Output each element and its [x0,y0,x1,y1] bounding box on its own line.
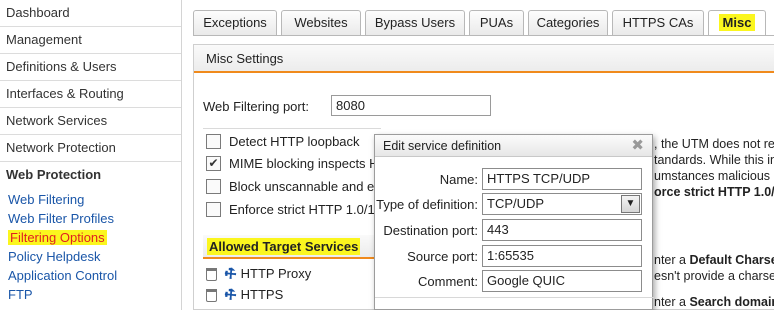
sidebar-subitem-policy-helpdesk[interactable]: Policy Helpdesk [0,247,181,266]
help-text-fragment: nter a [654,295,690,309]
tab-misc[interactable]: Misc [708,10,766,36]
sidebar-item-definitions-users[interactable]: Definitions & Users [0,54,181,81]
help-text-bold: Search domain [689,295,774,309]
service-row-http-proxy: ⚒HTTP Proxy [206,264,311,284]
dialog-row-source: Source port: 1:65535 [375,245,654,267]
option-label: Detect HTTP loopback [229,134,360,149]
sidebar-item-network-protection[interactable]: Network Protection [0,135,181,162]
tab-bypass-users[interactable]: Bypass Users [365,10,465,36]
help-text-line: esn't provide a charset [654,269,774,283]
name-label: Name: [439,172,478,187]
wrench-icon[interactable]: ⚒ [220,284,242,307]
sidebar-subitem-web-filtering[interactable]: Web Filtering [0,190,181,209]
source-port-label: Source port: [407,249,478,264]
option-block-unscannable[interactable]: Block unscannable and en [206,179,382,197]
destination-port-input[interactable]: 443 [482,219,642,241]
help-text-fragment: nter a [654,253,690,267]
tab-puas[interactable]: PUAs [469,10,524,36]
name-input[interactable]: HTTPS TCP/UDP [482,168,642,190]
dialog-title-bar: Edit service definition ✖ [375,135,652,157]
divider [203,128,381,129]
checkbox[interactable] [206,134,221,150]
checkbox-checked[interactable]: ✔ [206,156,221,172]
chevron-down-icon[interactable]: ▼ [621,195,640,213]
tab-misc-label: Misc [718,14,756,31]
service-label[interactable]: HTTP Proxy [241,266,312,281]
option-detect-loopback[interactable]: Detect HTTP loopback [206,134,360,152]
option-mime-blocking[interactable]: ✔ MIME blocking inspects HT [206,156,387,174]
sidebar-subitem-label: Filtering Options [8,230,107,245]
help-text-line: nter a Default Charset [654,253,774,267]
destination-port-label: Destination port: [383,223,478,238]
help-text-line: nter a Search domain [654,295,774,309]
trash-icon[interactable] [206,268,217,282]
type-select-value: TCP/UDP [487,196,545,211]
allowed-target-services-header: Allowed Target Services [203,235,381,259]
tab-https-cas[interactable]: HTTPS CAs [612,10,704,36]
option-label: Block unscannable and en [229,179,382,194]
allowed-target-services-title: Allowed Target Services [207,238,361,255]
tab-websites[interactable]: Websites [281,10,361,36]
sidebar-subitem-web-filter-profiles[interactable]: Web Filter Profiles [0,209,181,228]
help-text-line: orce strict HTTP 1.0/1.1 [654,185,774,199]
option-enforce-strict-http[interactable]: Enforce strict HTTP 1.0/1.1 [206,202,386,220]
panel-title: Misc Settings [194,45,774,73]
dialog-title: Edit service definition [383,139,502,153]
sidebar-subitem-application-control[interactable]: Application Control [0,266,181,285]
tab-categories[interactable]: Categories [528,10,608,36]
source-port-input[interactable]: 1:65535 [482,245,642,267]
port-label: Web Filtering port: [203,99,309,114]
sidebar-item-management[interactable]: Management [0,27,181,54]
sidebar-subitem-ftp[interactable]: FTP [0,285,181,304]
comment-label: Comment: [418,274,478,289]
sidebar-item-dashboard[interactable]: Dashboard [0,0,181,27]
sidebar-subnav: Web Filtering Web Filter Profiles Filter… [0,189,181,304]
dialog-row-name: Name: HTTPS TCP/UDP [375,168,654,190]
wrench-icon[interactable]: ⚒ [220,263,242,286]
checkbox[interactable] [206,202,221,218]
help-text-line: , the UTM does not rec [654,137,774,151]
option-label: Enforce strict HTTP 1.0/1.1 [229,202,386,217]
sidebar-item-network-services[interactable]: Network Services [0,108,181,135]
type-select[interactable]: TCP/UDP ▼ [482,193,642,215]
sidebar-subitem-filtering-options[interactable]: Filtering Options [0,228,181,247]
tab-exceptions[interactable]: Exceptions [193,10,277,36]
help-text-line: umstances malicious co [654,169,774,183]
sidebar-item-web-protection[interactable]: Web Protection [0,162,181,189]
dialog-row-type: Type of definition: TCP/UDP ▼ [375,193,654,215]
close-icon[interactable]: ✖ [631,135,644,157]
tab-bar: Exceptions Websites Bypass Users PUAs Ca… [193,10,774,36]
dialog-footer-divider [375,297,654,298]
help-text-line: tandards. While this in [654,153,774,167]
dialog-row-comment: Comment: Google QUIC [375,270,654,292]
service-row-https: ⚒HTTPS [206,285,283,305]
checkbox[interactable] [206,179,221,195]
trash-icon[interactable] [206,289,217,303]
dialog-row-destination: Destination port: 443 [375,219,654,241]
sidebar-item-interfaces-routing[interactable]: Interfaces & Routing [0,81,181,108]
comment-input[interactable]: Google QUIC [482,270,642,292]
edit-service-dialog: Edit service definition ✖ Name: HTTPS TC… [374,134,654,310]
service-label[interactable]: HTTPS [241,287,284,302]
type-label: Type of definition: [376,197,478,212]
option-label: MIME blocking inspects HT [229,156,387,171]
web-filtering-port-input[interactable]: 8080 [331,95,491,116]
sidebar: Dashboard Management Definitions & Users… [0,0,182,310]
help-text-bold: Default Charset [689,253,774,267]
tab-divider [193,35,774,36]
